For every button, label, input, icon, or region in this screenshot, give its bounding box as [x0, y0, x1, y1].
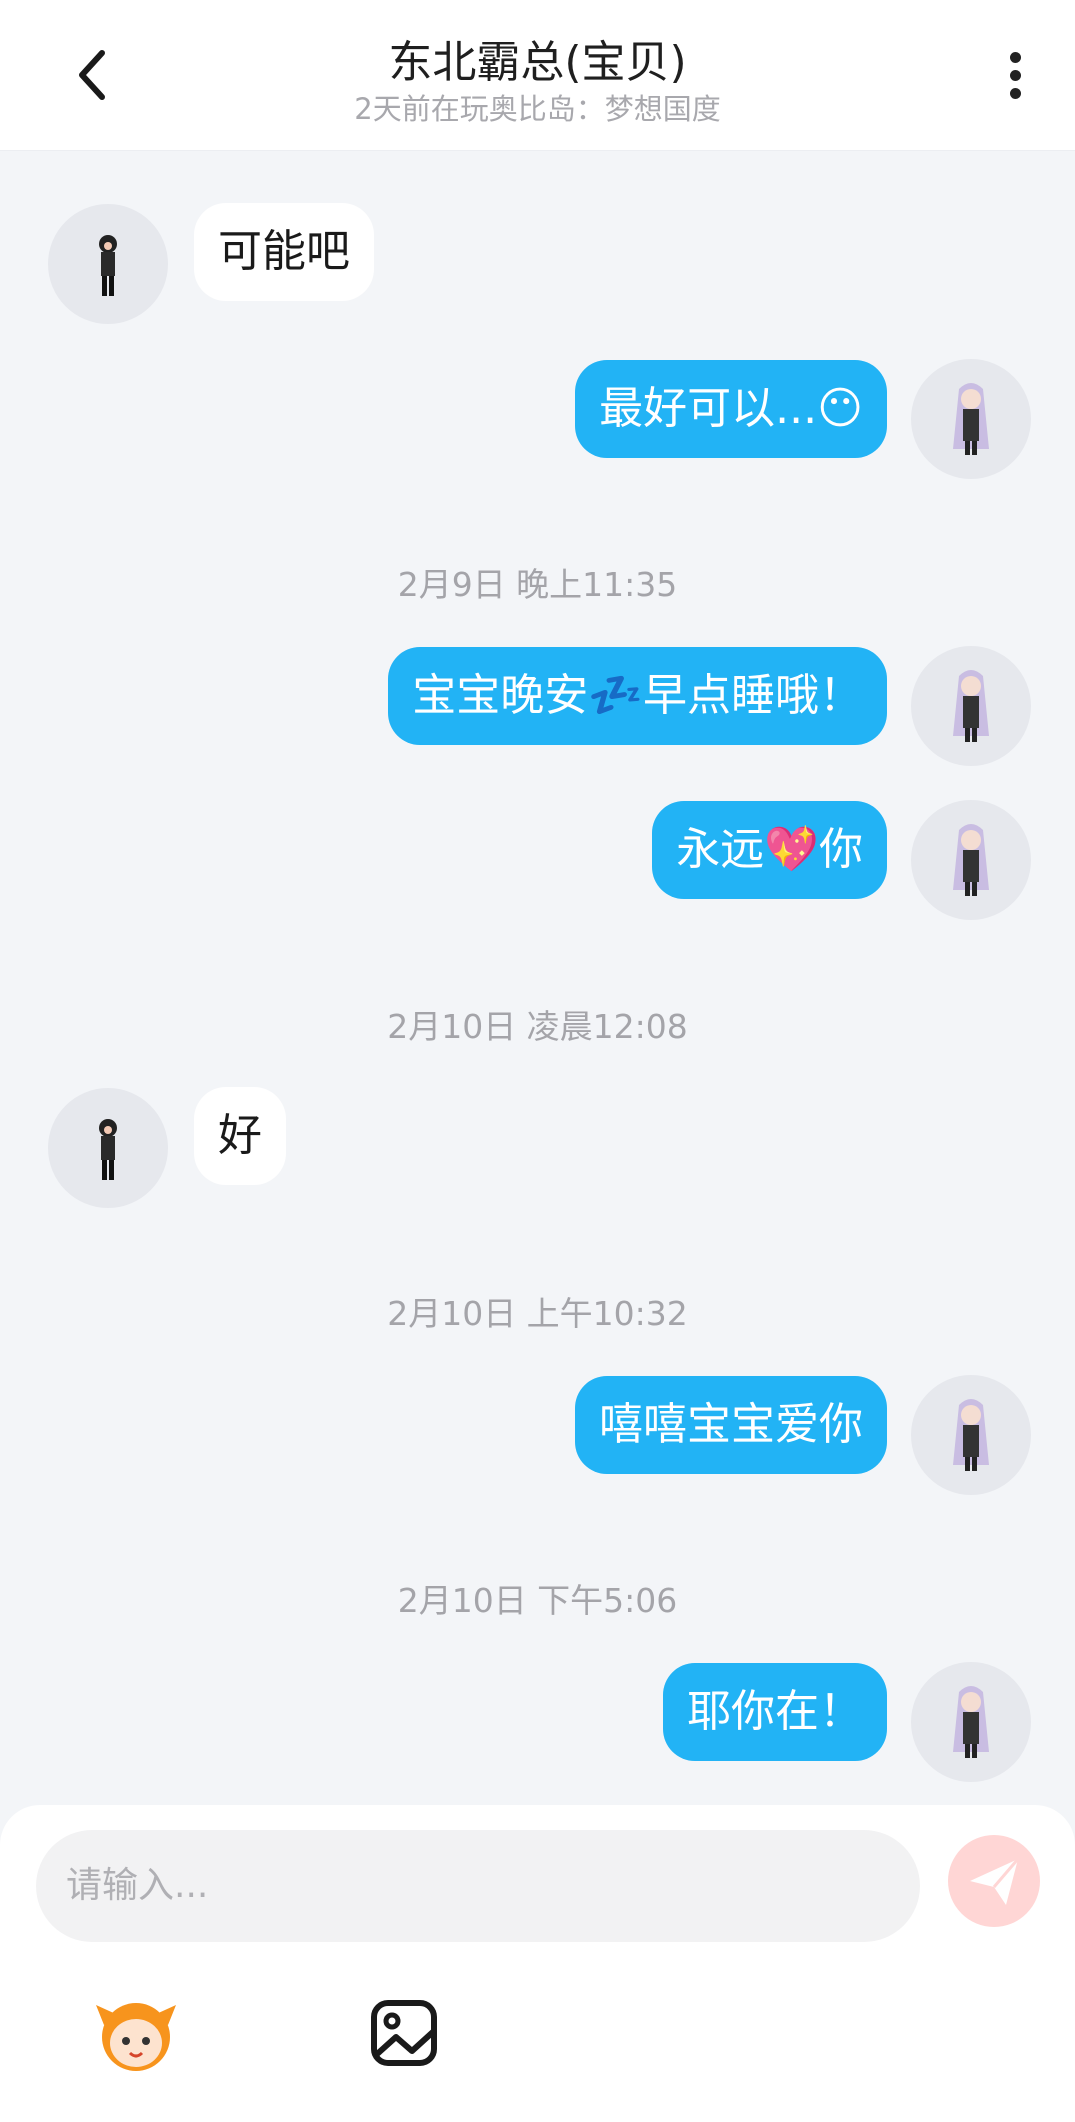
- my-avatar[interactable]: [911, 800, 1031, 920]
- paper-plane-icon: [970, 1858, 1020, 1905]
- message-bubble-outgoing[interactable]: 永远💖你: [652, 801, 887, 899]
- girl-avatar-icon: [953, 383, 989, 455]
- timestamp: 2月9日 晚上11:35: [397, 565, 678, 604]
- my-avatar[interactable]: [911, 359, 1031, 479]
- message-bubble-outgoing[interactable]: 耶你在！: [663, 1663, 887, 1761]
- message-composer: 请输入...: [0, 1805, 1075, 2122]
- contact-avatar[interactable]: [48, 204, 168, 324]
- message-bubble-incoming[interactable]: 好: [194, 1087, 286, 1185]
- chat-header: 东北霸总(宝贝) 2天前在玩奥比岛：梦想国度: [0, 0, 1075, 151]
- image-upload-button[interactable]: [356, 1985, 452, 2081]
- boy-avatar-icon: [99, 1119, 117, 1180]
- contact-avatar[interactable]: [48, 1088, 168, 1208]
- boy-avatar-icon: [99, 235, 117, 296]
- message-input[interactable]: 请输入...: [36, 1830, 920, 1942]
- girl-avatar-icon: [953, 1686, 989, 1758]
- more-vertical-icon: [1000, 52, 1030, 99]
- timestamp: 2月10日 下午5:06: [397, 1581, 678, 1620]
- message-bubble-outgoing[interactable]: 最好可以...😶: [575, 360, 887, 458]
- my-avatar[interactable]: [911, 1662, 1031, 1782]
- my-avatar[interactable]: [911, 1375, 1031, 1495]
- emoji-sticker-button[interactable]: [88, 1985, 184, 2081]
- girl-avatar-icon: [953, 1399, 989, 1471]
- chat-title: 东北霸总(宝贝): [388, 37, 687, 88]
- more-options-button[interactable]: [1000, 45, 1030, 115]
- my-avatar[interactable]: [911, 646, 1031, 766]
- image-icon: [371, 2000, 437, 2066]
- timestamp: 2月10日 凌晨12:08: [387, 1007, 688, 1046]
- timestamp: 2月10日 上午10:32: [387, 1294, 688, 1333]
- message-bubble-outgoing[interactable]: 嘻嘻宝宝爱你: [575, 1376, 887, 1474]
- girl-avatar-icon: [953, 670, 989, 742]
- chat-status: 2天前在玩奥比岛：梦想国度: [354, 92, 721, 126]
- mascot-emoji-icon: [96, 2003, 176, 2071]
- message-bubble-outgoing[interactable]: 宝宝晚安💤早点睡哦！: [388, 647, 887, 745]
- send-button[interactable]: [948, 1835, 1040, 1927]
- message-bubble-incoming[interactable]: 可能吧: [194, 203, 374, 301]
- girl-avatar-icon: [953, 824, 989, 896]
- message-list[interactable]: 可能吧 最好可以...😶 2月9日 晚上11:35 宝宝晚安💤早点睡哦！ 永远💖…: [0, 150, 1075, 1805]
